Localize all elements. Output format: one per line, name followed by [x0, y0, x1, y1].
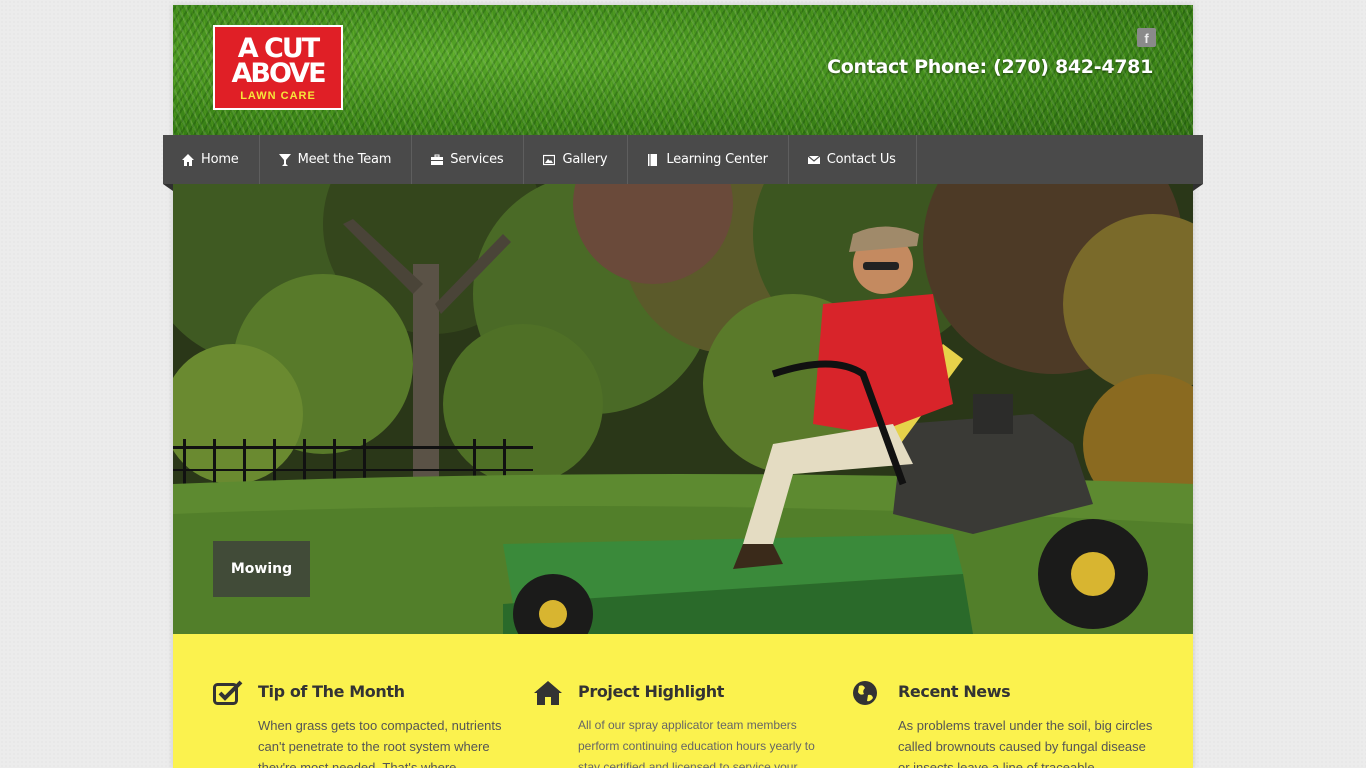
- nav-item-meet-the-team[interactable]: Meet the Team: [260, 135, 413, 184]
- nav-item-learning-center[interactable]: Learning Center: [628, 135, 789, 184]
- hero-image: [173, 184, 1193, 634]
- nav-item-gallery[interactable]: Gallery: [524, 135, 629, 184]
- nav-label: Gallery: [562, 152, 608, 167]
- feature-text: All of our spray applicator team members…: [578, 718, 815, 768]
- features-band: Tip of The Month When grass gets too com…: [173, 634, 1193, 768]
- briefcase-icon: [431, 154, 444, 165]
- home-icon: [182, 153, 194, 166]
- nav-item-contact-us[interactable]: Contact Us: [789, 135, 917, 184]
- house-icon: [534, 681, 562, 705]
- header: A CUT ABOVE LAWN CARE f Contact Phone: (…: [173, 5, 1193, 135]
- feature-text: When grass gets too compacted, nutrients…: [258, 718, 502, 768]
- slide-caption[interactable]: Mowing: [213, 541, 310, 597]
- contact-phone: Contact Phone: (270) 842-4781: [827, 56, 1153, 78]
- globe-icon: [853, 681, 877, 705]
- book-icon: [648, 153, 658, 166]
- logo[interactable]: A CUT ABOVE LAWN CARE: [213, 25, 343, 110]
- feature-text: As problems travel under the soil, big c…: [898, 718, 1153, 768]
- nav-label: Services: [450, 152, 504, 167]
- page-container: A CUT ABOVE LAWN CARE f Contact Phone: (…: [173, 5, 1193, 768]
- nav-label: Home: [201, 152, 239, 167]
- glass-icon: [278, 153, 291, 166]
- nav-item-home[interactable]: Home: [163, 135, 260, 184]
- feature-title[interactable]: Tip of The Month: [258, 682, 405, 701]
- feature-title[interactable]: Recent News: [898, 682, 1011, 701]
- hero-slider[interactable]: Mowing: [173, 184, 1193, 634]
- logo-line-3: LAWN CARE: [240, 90, 316, 102]
- envelope-icon: [807, 155, 820, 164]
- logo-line-2: ABOVE: [231, 58, 326, 89]
- main-nav: Home Meet the Team Services Gallery Lear…: [163, 135, 1203, 191]
- picture-icon: [543, 154, 556, 165]
- nav-label: Meet the Team: [297, 152, 392, 167]
- nav-label: Learning Center: [666, 152, 768, 167]
- nav-item-services[interactable]: Services: [412, 135, 525, 184]
- feature-title[interactable]: Project Highlight: [578, 682, 724, 701]
- nav-label: Contact Us: [826, 152, 896, 167]
- facebook-icon[interactable]: f: [1137, 28, 1156, 47]
- checkbox-icon: [213, 680, 243, 705]
